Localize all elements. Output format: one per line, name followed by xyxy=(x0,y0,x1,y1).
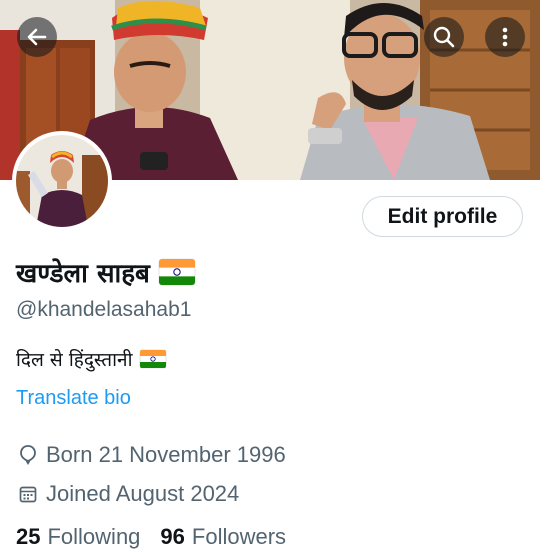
arrow-left-icon xyxy=(27,28,47,46)
following-count: 25 xyxy=(16,524,41,549)
join-date-row: Joined August 2024 xyxy=(16,479,239,509)
join-date: Joined August 2024 xyxy=(46,481,240,506)
follow-stats: 25 Following 96 Followers xyxy=(16,524,286,550)
birth-date-row: Born 21 November 1996 xyxy=(16,440,286,470)
username-handle: @khandelasahab1 xyxy=(16,298,192,321)
followers-count: 96 xyxy=(160,524,185,549)
search-icon xyxy=(433,26,455,48)
following-link[interactable]: 25 Following xyxy=(16,524,140,550)
india-flag-icon xyxy=(139,349,166,369)
more-options-button[interactable] xyxy=(485,17,525,57)
india-flag-icon xyxy=(158,258,196,286)
followers-label: Followers xyxy=(191,524,287,549)
balloon-icon xyxy=(16,443,40,467)
back-button[interactable] xyxy=(17,17,57,57)
translate-bio-link[interactable]: Translate bio xyxy=(16,387,131,410)
profile-avatar[interactable] xyxy=(12,131,112,231)
bio: दिल से हिंदुस्तानी xyxy=(16,345,167,373)
followers-link[interactable]: 96 Followers xyxy=(160,524,286,550)
bio-text: दिल से हिंदुस्तानी xyxy=(16,349,133,371)
avatar-photo xyxy=(16,135,108,227)
birth-date: Born 21 November 1996 xyxy=(46,442,286,467)
following-label: Following xyxy=(47,524,141,549)
display-name: खण्डेला साहब xyxy=(16,259,150,289)
calendar-icon xyxy=(16,482,40,506)
display-name-row: खण्डेला साहब xyxy=(16,254,196,290)
edit-profile-button[interactable]: Edit profile xyxy=(362,196,523,237)
search-button[interactable] xyxy=(424,17,464,57)
more-vertical-icon xyxy=(502,27,508,47)
